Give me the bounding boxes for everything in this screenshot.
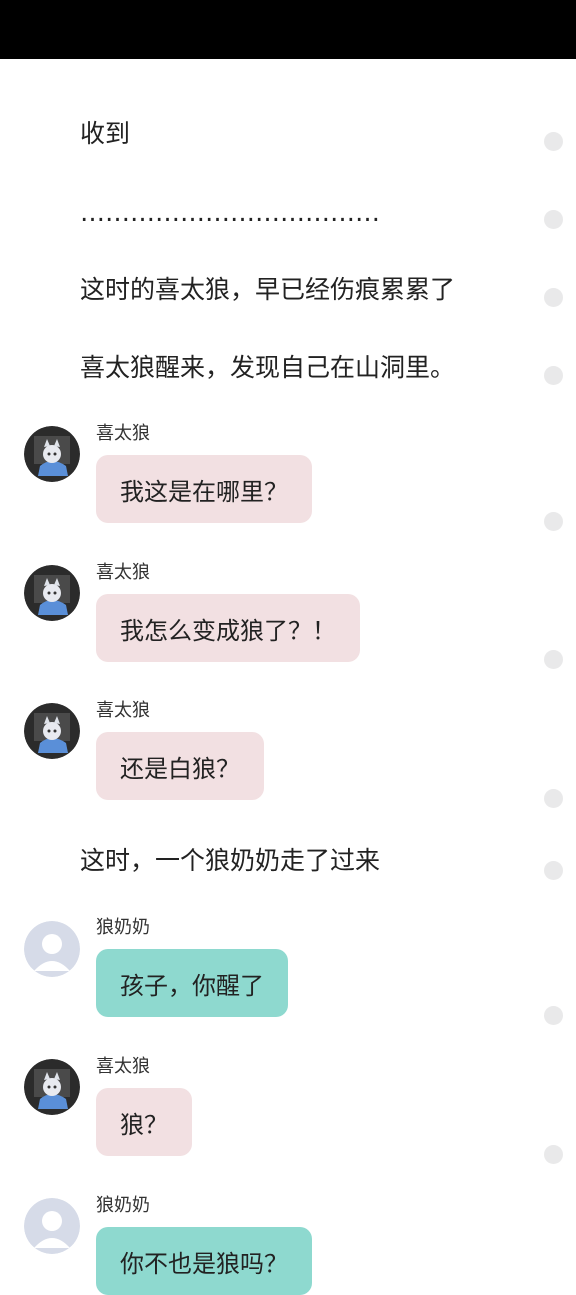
speaker-name: 狼奶奶	[96, 917, 150, 938]
wolf-character-avatar[interactable]	[24, 565, 80, 621]
comment-dot-icon[interactable]	[544, 132, 563, 151]
message-bubble[interactable]: 你不也是狼吗？	[96, 1227, 312, 1295]
speaker-name: 喜太狼	[96, 700, 150, 721]
speaker-name: 喜太狼	[96, 1056, 150, 1077]
wolf-character-icon	[24, 565, 80, 621]
narration-line: 这时的喜太狼，早已经伤痕累累了	[80, 275, 456, 304]
message-bubble[interactable]: 狼？	[96, 1088, 192, 1156]
message-bubble[interactable]: 我这是在哪里？	[96, 455, 312, 523]
message-text: 孩子，你醒了	[120, 971, 264, 1000]
message-text: 还是白狼？	[120, 754, 240, 783]
default-user-avatar[interactable]	[24, 1198, 80, 1254]
comment-dot-icon[interactable]	[544, 366, 563, 385]
comment-dot-icon[interactable]	[544, 512, 563, 531]
comment-dot-icon[interactable]	[544, 1006, 563, 1025]
comment-dot-icon[interactable]	[544, 210, 563, 229]
wolf-character-icon	[24, 1059, 80, 1115]
narration-line: 喜太狼醒来，发现自己在山洞里。	[80, 353, 456, 382]
wolf-character-avatar[interactable]	[24, 1059, 80, 1115]
speaker-name: 喜太狼	[96, 562, 150, 583]
comment-dot-icon[interactable]	[544, 650, 563, 669]
message-text: 你不也是狼吗？	[120, 1249, 288, 1278]
wolf-character-avatar[interactable]	[24, 703, 80, 759]
default-user-avatar[interactable]	[24, 921, 80, 977]
message-bubble[interactable]: 孩子，你醒了	[96, 949, 288, 1017]
story-chat-feed[interactable]: 收到 ……………………………… 这时的喜太狼，早已经伤痕累累了 喜太狼醒来，发现…	[0, 59, 576, 1295]
default-user-icon	[24, 921, 80, 977]
wolf-character-icon	[24, 703, 80, 759]
status-bar	[0, 0, 576, 59]
comment-dot-icon[interactable]	[544, 288, 563, 307]
message-bubble[interactable]: 还是白狼？	[96, 732, 264, 800]
message-text: 我怎么变成狼了？！	[120, 616, 336, 645]
comment-dot-icon[interactable]	[544, 1145, 563, 1164]
default-user-icon	[24, 1198, 80, 1254]
message-text: 狼？	[120, 1110, 168, 1139]
narration-line: 这时，一个狼奶奶走了过来	[80, 846, 381, 875]
narration-line: ………………………………	[80, 198, 380, 227]
speaker-name: 喜太狼	[96, 423, 150, 444]
speaker-name: 狼奶奶	[96, 1195, 150, 1216]
comment-dot-icon[interactable]	[544, 861, 563, 880]
message-text: 我这是在哪里？	[120, 477, 288, 506]
narration-line: 收到	[80, 119, 131, 148]
message-bubble[interactable]: 我怎么变成狼了？！	[96, 594, 360, 662]
wolf-character-avatar[interactable]	[24, 426, 80, 482]
wolf-character-icon	[24, 426, 80, 482]
comment-dot-icon[interactable]	[544, 789, 563, 808]
